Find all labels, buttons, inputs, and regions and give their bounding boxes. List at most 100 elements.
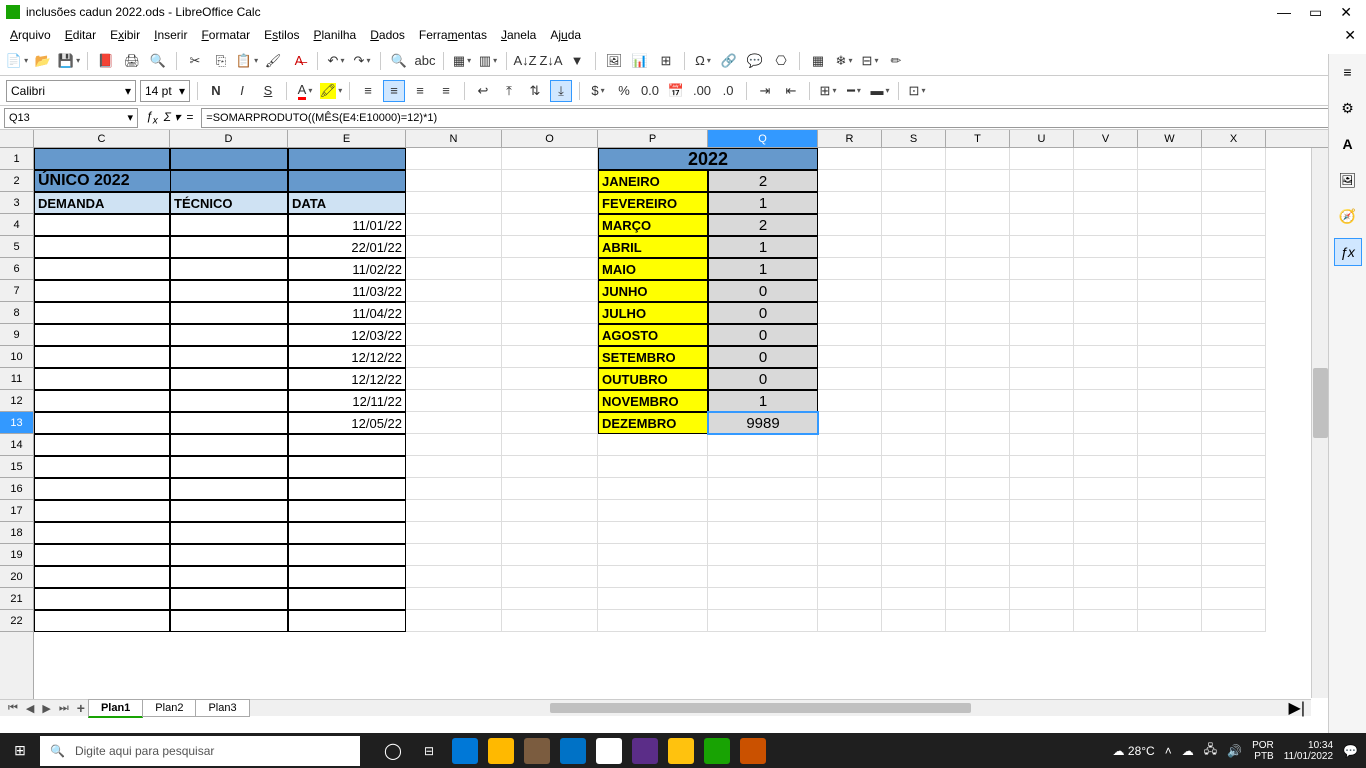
row-header-21[interactable]: 21 [0, 588, 33, 610]
align-middle-button[interactable]: ⇅ [524, 80, 546, 102]
cell-D3[interactable]: TÉCNICO [170, 192, 288, 214]
cell-P14[interactable] [598, 434, 708, 456]
cell-W22[interactable] [1138, 610, 1202, 632]
cell-X19[interactable] [1202, 544, 1266, 566]
cell-V2[interactable] [1074, 170, 1138, 192]
cell-O22[interactable] [502, 610, 598, 632]
cell-T15[interactable] [946, 456, 1010, 478]
cell-T12[interactable] [946, 390, 1010, 412]
cell-U15[interactable] [1010, 456, 1074, 478]
document-close-icon[interactable]: ✕ [1344, 27, 1356, 44]
cell-N20[interactable] [406, 566, 502, 588]
cell-T22[interactable] [946, 610, 1010, 632]
column-header-W[interactable]: W [1138, 130, 1202, 147]
cell-T17[interactable] [946, 500, 1010, 522]
cell-O6[interactable] [502, 258, 598, 280]
cell-E11[interactable]: 12/12/22 [288, 368, 406, 390]
cell-T11[interactable] [946, 368, 1010, 390]
cell-D12[interactable] [170, 390, 288, 412]
cell-P18[interactable] [598, 522, 708, 544]
cell-W12[interactable] [1138, 390, 1202, 412]
cell-R18[interactable] [818, 522, 882, 544]
cell-W13[interactable] [1138, 412, 1202, 434]
cell-X18[interactable] [1202, 522, 1266, 544]
border-style-button[interactable]: ━ [843, 80, 865, 102]
cell-S21[interactable] [882, 588, 946, 610]
cell-Q17[interactable] [708, 500, 818, 522]
cell-V11[interactable] [1074, 368, 1138, 390]
cell-N18[interactable] [406, 522, 502, 544]
cell-S22[interactable] [882, 610, 946, 632]
font-size-combo[interactable]: 14 pt▾ [140, 80, 190, 102]
cell-U5[interactable] [1010, 236, 1074, 258]
cell-D10[interactable] [170, 346, 288, 368]
comment-button[interactable]: 💬 [744, 50, 766, 72]
horizontal-scrollbar[interactable]: ⏮ ◀ ▶ ⏭ + Plan1 Plan2 Plan3 ▶| [0, 699, 1311, 716]
split-button[interactable]: ⊟ [859, 50, 881, 72]
cell-P22[interactable] [598, 610, 708, 632]
cell-E21[interactable] [288, 588, 406, 610]
sort-asc-button[interactable]: A↓Z [514, 50, 536, 72]
cell-Q2[interactable]: 2 [708, 170, 818, 192]
cell-D5[interactable] [170, 236, 288, 258]
row-header-12[interactable]: 12 [0, 390, 33, 412]
print-preview-button[interactable]: 🔍 [147, 50, 169, 72]
column-button[interactable]: ▥ [477, 50, 499, 72]
align-top-button[interactable]: ⤒ [498, 80, 520, 102]
cell-E19[interactable] [288, 544, 406, 566]
cell-X9[interactable] [1202, 324, 1266, 346]
cell-V1[interactable] [1074, 148, 1138, 170]
cell-U4[interactable] [1010, 214, 1074, 236]
cell-W7[interactable] [1138, 280, 1202, 302]
mail-icon[interactable] [560, 738, 586, 764]
cell-S16[interactable] [882, 478, 946, 500]
cell-C17[interactable] [34, 500, 170, 522]
cell-E2[interactable] [288, 170, 406, 192]
cell-P1[interactable]: 2022 [598, 148, 818, 170]
header-footer-button[interactable]: ⎔ [770, 50, 792, 72]
menu-ajuda[interactable]: Ajuda [550, 28, 581, 42]
cell-C19[interactable] [34, 544, 170, 566]
cell-P7[interactable]: JUNHO [598, 280, 708, 302]
taskbar-clock[interactable]: 10:3411/01/2022 [1284, 740, 1333, 762]
cell-O3[interactable] [502, 192, 598, 214]
cell-W14[interactable] [1138, 434, 1202, 456]
cell-P17[interactable] [598, 500, 708, 522]
row-header-15[interactable]: 15 [0, 456, 33, 478]
menu-estilos[interactable]: Estilos [264, 28, 299, 42]
cell-S2[interactable] [882, 170, 946, 192]
cell-X7[interactable] [1202, 280, 1266, 302]
cell-C5[interactable] [34, 236, 170, 258]
cell-T1[interactable] [946, 148, 1010, 170]
cell-N6[interactable] [406, 258, 502, 280]
properties-icon[interactable]: ⚙ [1334, 94, 1362, 122]
freeze-button[interactable]: ❄ [833, 50, 855, 72]
cell-O13[interactable] [502, 412, 598, 434]
cell-O15[interactable] [502, 456, 598, 478]
cell-S12[interactable] [882, 390, 946, 412]
cell-P20[interactable] [598, 566, 708, 588]
cell-T13[interactable] [946, 412, 1010, 434]
cell-X12[interactable] [1202, 390, 1266, 412]
cell-U17[interactable] [1010, 500, 1074, 522]
cell-O10[interactable] [502, 346, 598, 368]
cell-V18[interactable] [1074, 522, 1138, 544]
maximize-button[interactable]: ▭ [1309, 4, 1322, 21]
cell-C4[interactable] [34, 214, 170, 236]
align-justify-button[interactable]: ≡ [435, 80, 457, 102]
cell-U8[interactable] [1010, 302, 1074, 324]
cell-E8[interactable]: 11/04/22 [288, 302, 406, 324]
cell-E17[interactable] [288, 500, 406, 522]
cell-U3[interactable] [1010, 192, 1074, 214]
cell-R17[interactable] [818, 500, 882, 522]
taskview-icon[interactable]: ⊟ [416, 738, 442, 764]
cell-V6[interactable] [1074, 258, 1138, 280]
cell-O12[interactable] [502, 390, 598, 412]
define-range-button[interactable]: ▦ [807, 50, 829, 72]
cell-Q22[interactable] [708, 610, 818, 632]
cell-P11[interactable]: OUTUBRO [598, 368, 708, 390]
cell-Q5[interactable]: 1 [708, 236, 818, 258]
cell-T10[interactable] [946, 346, 1010, 368]
undo-button[interactable]: ↶ [325, 50, 347, 72]
date-button[interactable]: 📅 [665, 80, 687, 102]
